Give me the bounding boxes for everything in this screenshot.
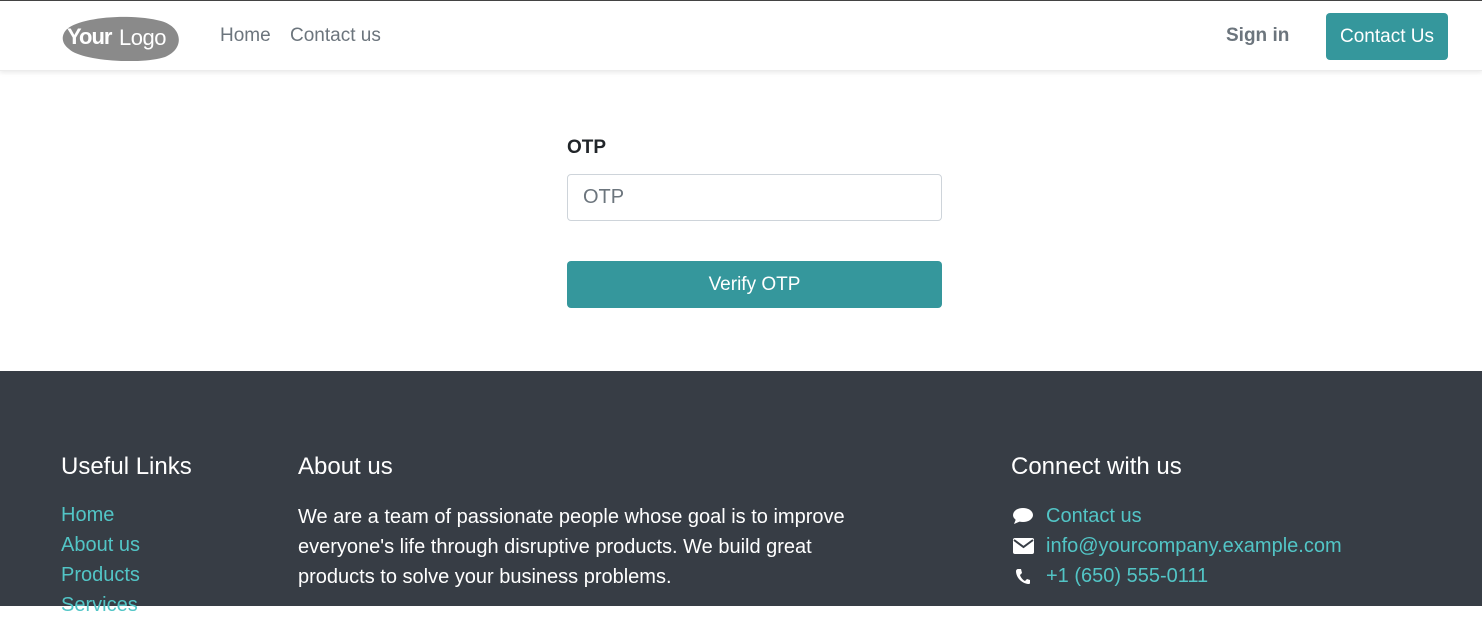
verify-otp-button[interactable]: Verify OTP	[567, 261, 942, 308]
nav-contact-us[interactable]: Contact us	[290, 25, 381, 47]
logo-text-light: Logo	[119, 25, 166, 50]
phone-link[interactable]: +1 (650) 555-0111	[1046, 565, 1208, 588]
otp-form-section: OTP Verify OTP	[0, 71, 1482, 371]
site-header: Your Logo Home Contact us Sign in Contac…	[0, 1, 1482, 71]
otp-input[interactable]	[567, 174, 942, 221]
footer-link-about-us[interactable]: About us	[61, 534, 140, 557]
sign-in-link[interactable]: Sign in	[1226, 25, 1289, 47]
contact-us-button[interactable]: Contact Us	[1326, 13, 1448, 60]
phone-icon	[1011, 566, 1035, 586]
contact-row-contact-us[interactable]: Contact us	[1011, 501, 1142, 531]
comment-icon	[1011, 506, 1035, 526]
contact-row-phone[interactable]: +1 (650) 555-0111	[1011, 561, 1208, 591]
useful-links-heading: Useful Links	[61, 453, 192, 480]
logo-text-bold: Your	[67, 24, 113, 49]
footer-link-home[interactable]: Home	[61, 504, 114, 527]
nav-home[interactable]: Home	[220, 25, 271, 47]
connect-heading: Connect with us	[1011, 453, 1182, 480]
footer-link-products[interactable]: Products	[61, 564, 140, 587]
email-link[interactable]: info@yourcompany.example.com	[1046, 535, 1342, 558]
about-us-text: We are a team of passionate people whose…	[298, 506, 845, 588]
about-us-heading: About us	[298, 453, 393, 480]
envelope-icon	[1011, 536, 1035, 556]
logo[interactable]: Your Logo	[61, 15, 179, 61]
contact-row-email[interactable]: info@yourcompany.example.com	[1011, 531, 1342, 561]
otp-label: OTP	[567, 137, 607, 158]
contact-us-link[interactable]: Contact us	[1046, 505, 1142, 528]
site-footer: Useful Links Home About us Products Serv…	[0, 371, 1482, 616]
